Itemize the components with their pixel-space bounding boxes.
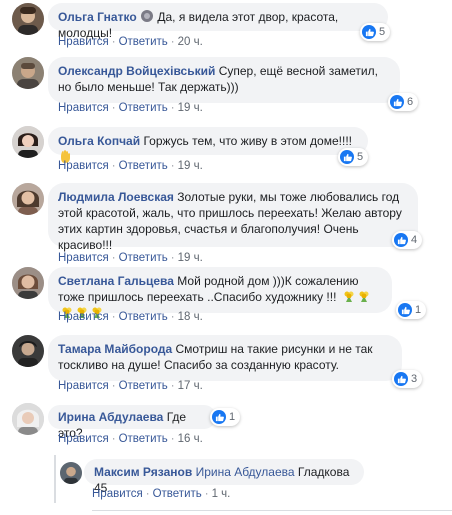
comment-author[interactable]: Олександр Войцехівський	[58, 64, 215, 78]
comment-actions: Нравится · Ответить · 19 ч.	[58, 102, 203, 114]
reaction-number: 1	[229, 411, 236, 423]
comment-bubble: Ирина Абдулаева Где это?	[48, 405, 216, 440]
like-link[interactable]: Нравится	[58, 252, 109, 264]
divider	[92, 510, 452, 511]
thumbs-up-icon	[362, 25, 376, 39]
like-link[interactable]: Нравится	[92, 488, 143, 500]
comment-actions: Нравится · Ответить · 1 ч.	[92, 488, 231, 500]
comment-bubble: Максим Рязанов Ирина Абдулаева Гладкова …	[84, 459, 364, 495]
mention-link[interactable]: Ирина Абдулаева	[196, 465, 295, 479]
like-link[interactable]: Нравится	[58, 433, 109, 445]
timestamp[interactable]: 20 ч.	[178, 36, 203, 48]
reaction-count[interactable]: 4	[392, 231, 423, 249]
reply-link[interactable]: Ответить	[119, 380, 168, 392]
reaction-count[interactable]: 6	[388, 93, 419, 111]
reaction-count[interactable]: 5	[338, 148, 369, 166]
thumbs-up-icon	[398, 303, 412, 317]
reaction-number: 5	[357, 151, 364, 163]
avatar[interactable]	[12, 57, 44, 89]
flower-bouquet-icon	[358, 290, 370, 302]
reply-link[interactable]: Ответить	[153, 488, 202, 500]
avatar[interactable]	[12, 126, 44, 158]
comment-actions: Нравится · Ответить · 16 ч.	[58, 433, 203, 445]
thumbs-up-icon	[394, 233, 408, 247]
comment-author[interactable]: Ирина Абдулаева	[58, 410, 163, 424]
timestamp[interactable]: 18 ч.	[178, 311, 203, 323]
reaction-number: 5	[379, 26, 386, 38]
timestamp[interactable]: 19 ч.	[178, 252, 203, 264]
like-link[interactable]: Нравится	[58, 102, 109, 114]
reaction-number: 6	[407, 96, 414, 108]
comment-author[interactable]: Ольга Копчай	[58, 134, 140, 148]
reaction-count[interactable]: 3	[392, 370, 423, 388]
like-link[interactable]: Нравится	[58, 311, 109, 323]
comment-bubble: Тамара Майборода Смотриш на такие рисунк…	[48, 335, 402, 381]
timestamp[interactable]: 1 ч.	[212, 488, 231, 500]
reaction-number: 1	[415, 304, 422, 316]
reaction-number: 4	[411, 234, 418, 246]
thumbs-up-icon	[340, 150, 354, 164]
like-link[interactable]: Нравится	[58, 380, 109, 392]
reaction-number: 3	[411, 373, 418, 385]
comment-author[interactable]: Ольга Гнатко	[58, 10, 137, 24]
comment-actions: Нравится · Ответить · 17 ч.	[58, 380, 203, 392]
like-link[interactable]: Нравится	[58, 160, 109, 172]
flower-bouquet-icon	[343, 290, 355, 302]
comment-bubble: Олександр Войцехівський Супер, ещё весно…	[48, 57, 400, 103]
reply-link[interactable]: Ответить	[119, 102, 168, 114]
thumbs-up-icon	[212, 410, 226, 424]
comment-bubble: Людмила Лоевская Золотые руки, мы тоже л…	[48, 183, 418, 252]
comment-actions: Нравится · Ответить · 19 ч.	[58, 252, 203, 264]
comment-author[interactable]: Тамара Майборода	[58, 342, 172, 356]
timestamp[interactable]: 17 ч.	[178, 380, 203, 392]
reply-thread-line	[54, 455, 56, 503]
comment-bubble: Светлана Гальцева Мой родной дом )))К со…	[48, 267, 392, 318]
comment-text: Горжусь тем, что живу в этом доме!!!!	[143, 134, 352, 148]
comment-actions: Нравится · Ответить · 20 ч.	[58, 36, 203, 48]
reply-link[interactable]: Ответить	[119, 433, 168, 445]
avatar[interactable]	[12, 267, 44, 299]
reaction-count[interactable]: 5	[360, 23, 391, 41]
timestamp[interactable]: 19 ч.	[178, 102, 203, 114]
reply-link[interactable]: Ответить	[119, 160, 168, 172]
reaction-count[interactable]: 1	[396, 301, 427, 319]
avatar[interactable]	[60, 462, 82, 484]
comment-author[interactable]: Людмила Лоевская	[58, 190, 174, 204]
comment-actions: Нравится · Ответить · 19 ч.	[58, 160, 203, 172]
timestamp[interactable]: 19 ч.	[178, 160, 203, 172]
avatar[interactable]	[12, 183, 44, 215]
thumbs-up-icon	[394, 372, 408, 386]
like-link[interactable]: Нравится	[58, 36, 109, 48]
comment-bubble: Ольга Гнатко Да, я видела этот двор, кра…	[48, 3, 388, 40]
comment-bubble: Ольга Копчай Горжусь тем, что живу в это…	[48, 127, 368, 163]
avatar[interactable]	[12, 335, 44, 367]
comment-actions: Нравится · Ответить · 18 ч.	[58, 311, 203, 323]
comment-author[interactable]: Максим Рязанов	[94, 465, 192, 479]
ok-hand-icon	[140, 9, 154, 23]
thumbs-up-icon	[390, 95, 404, 109]
reply-link[interactable]: Ответить	[119, 252, 168, 264]
reaction-count[interactable]: 1	[210, 408, 241, 426]
comment-author[interactable]: Светлана Гальцева	[58, 274, 174, 288]
timestamp[interactable]: 16 ч.	[178, 433, 203, 445]
avatar[interactable]	[12, 403, 44, 435]
avatar[interactable]	[12, 3, 44, 35]
reply-link[interactable]: Ответить	[119, 36, 168, 48]
reply-link[interactable]: Ответить	[119, 311, 168, 323]
